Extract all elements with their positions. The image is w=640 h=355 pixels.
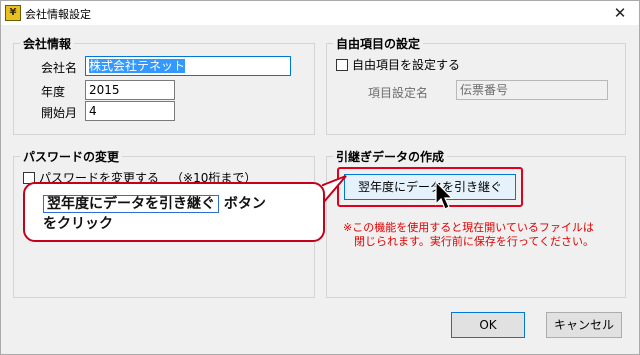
title-bar: ¥ 会社情報設定 ✕ <box>1 1 639 25</box>
cancel-button[interactable]: キャンセル <box>546 312 622 338</box>
password-title: パスワードの変更 <box>20 148 123 165</box>
custom-item-checkbox-row[interactable]: 自由項目を設定する <box>336 56 460 73</box>
custom-item-title: 自由項目の設定 <box>333 35 424 52</box>
dialog-window: ¥ 会社情報設定 ✕ 会社情報 会社名 株式会社テネット 年度 2015 開始月… <box>0 0 640 355</box>
close-button[interactable]: ✕ <box>607 3 633 23</box>
callout-text: 翌年度にデータを引き継ぐ ボタン をクリック <box>43 194 266 234</box>
app-icon: ¥ <box>5 5 21 21</box>
custom-item-checkbox[interactable] <box>336 58 348 71</box>
company-name-value: 株式会社テネット <box>89 59 186 73</box>
company-name-field[interactable]: 株式会社テネット <box>85 56 291 76</box>
transfer-notice: ※この機能を使用すると現在開いているファイルは 閉じられます。実行前に保存を行っ… <box>343 221 623 249</box>
year-field[interactable]: 2015 <box>85 80 175 100</box>
callout-line1-suffix: ボタン <box>219 196 266 212</box>
item-name-field[interactable]: 伝票番号 <box>456 80 608 100</box>
custom-item-checkbox-label: 自由項目を設定する <box>352 58 461 72</box>
transfer-notice-line2: 閉じられます。実行前に保存を行ってください。 <box>354 235 595 248</box>
year-label: 年度 <box>41 85 66 99</box>
window-title: 会社情報設定 <box>25 8 91 21</box>
transfer-data-button[interactable]: 翌年度にデータを引き継ぐ <box>344 174 516 200</box>
company-name-label: 会社名 <box>41 61 78 75</box>
callout-key-text: 翌年度にデータを引き継ぐ <box>43 195 219 213</box>
transfer-title: 引継ぎデータの作成 <box>333 148 448 165</box>
instruction-callout: 翌年度にデータを引き継ぐ ボタン をクリック <box>23 182 325 242</box>
transfer-notice-line1: ※この機能を使用すると現在開いているファイルは <box>343 221 594 234</box>
start-month-field[interactable]: 4 <box>85 101 175 121</box>
callout-line2: をクリック <box>43 216 113 232</box>
mouse-cursor-icon <box>435 181 454 210</box>
company-info-title: 会社情報 <box>20 35 75 52</box>
start-month-label: 開始月 <box>41 106 78 120</box>
item-name-label: 項目設定名 <box>368 86 429 100</box>
ok-button[interactable]: OK <box>451 312 525 338</box>
